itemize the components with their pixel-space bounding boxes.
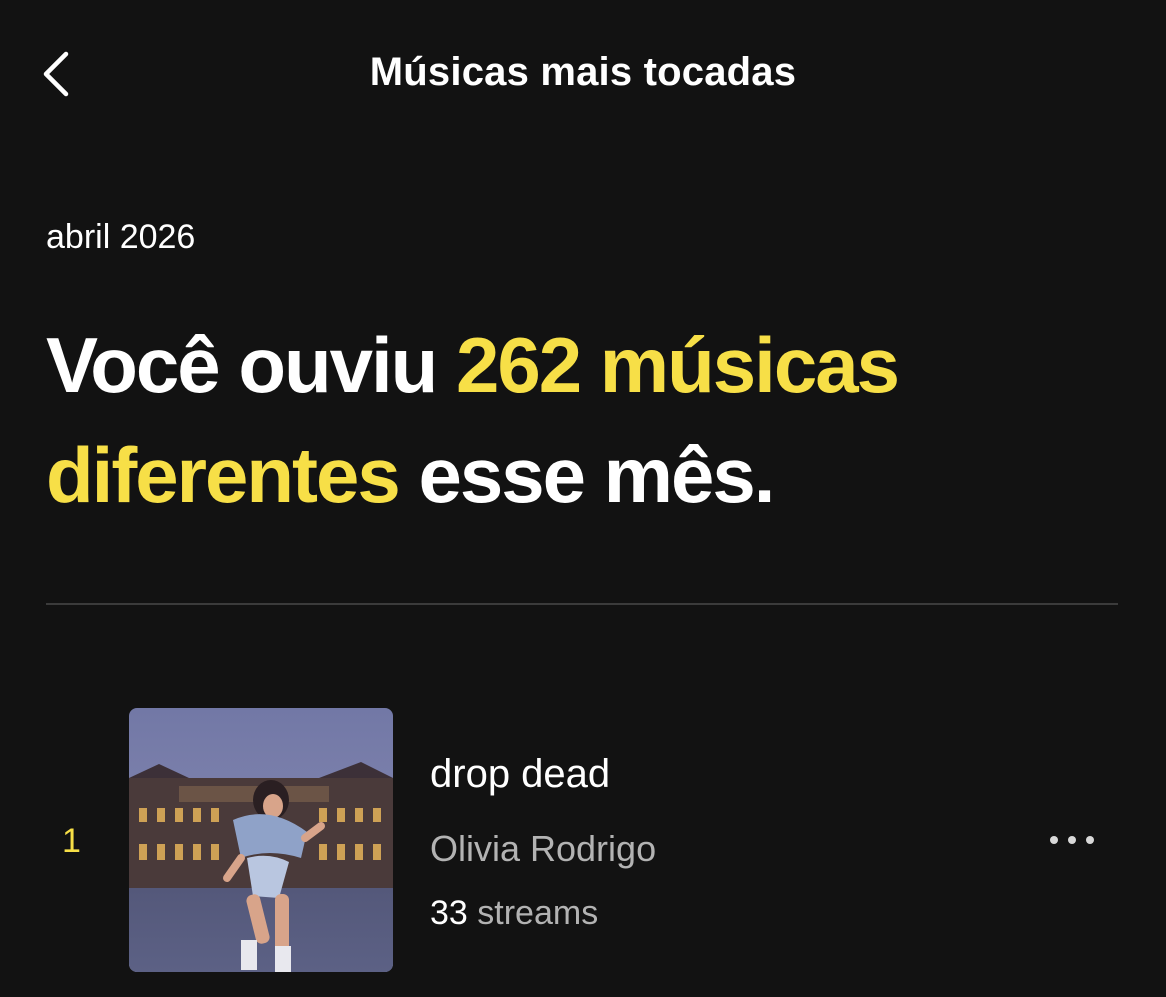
- headline-text-end: esse mês.: [398, 431, 775, 519]
- divider: [46, 603, 1118, 605]
- track-row[interactable]: 1 drop dead Olivia Rodrigo 33 streams: [0, 700, 1166, 980]
- track-artist: Olivia Rodrigo: [430, 828, 657, 869]
- top-songs-screen: Músicas mais tocadas abril 2026 Você ouv…: [0, 0, 1166, 997]
- album-cover: [129, 708, 393, 972]
- more-horizontal-icon: [1050, 836, 1094, 844]
- page-title: Músicas mais tocadas: [369, 50, 797, 94]
- more-options-button[interactable]: [1040, 820, 1104, 860]
- period-label: abril 2026: [46, 218, 196, 256]
- track-rank: 1: [62, 822, 81, 860]
- top-bar: Músicas mais tocadas: [0, 30, 1166, 120]
- streams-count: 33: [430, 894, 468, 932]
- summary-headline: Você ouviu 262 músicas diferentes esse m…: [46, 310, 1126, 530]
- track-streams: 33 streams: [430, 894, 598, 933]
- track-title: drop dead: [430, 752, 611, 796]
- headline-text-start: Você ouviu: [46, 321, 456, 409]
- streams-unit: streams: [477, 894, 599, 932]
